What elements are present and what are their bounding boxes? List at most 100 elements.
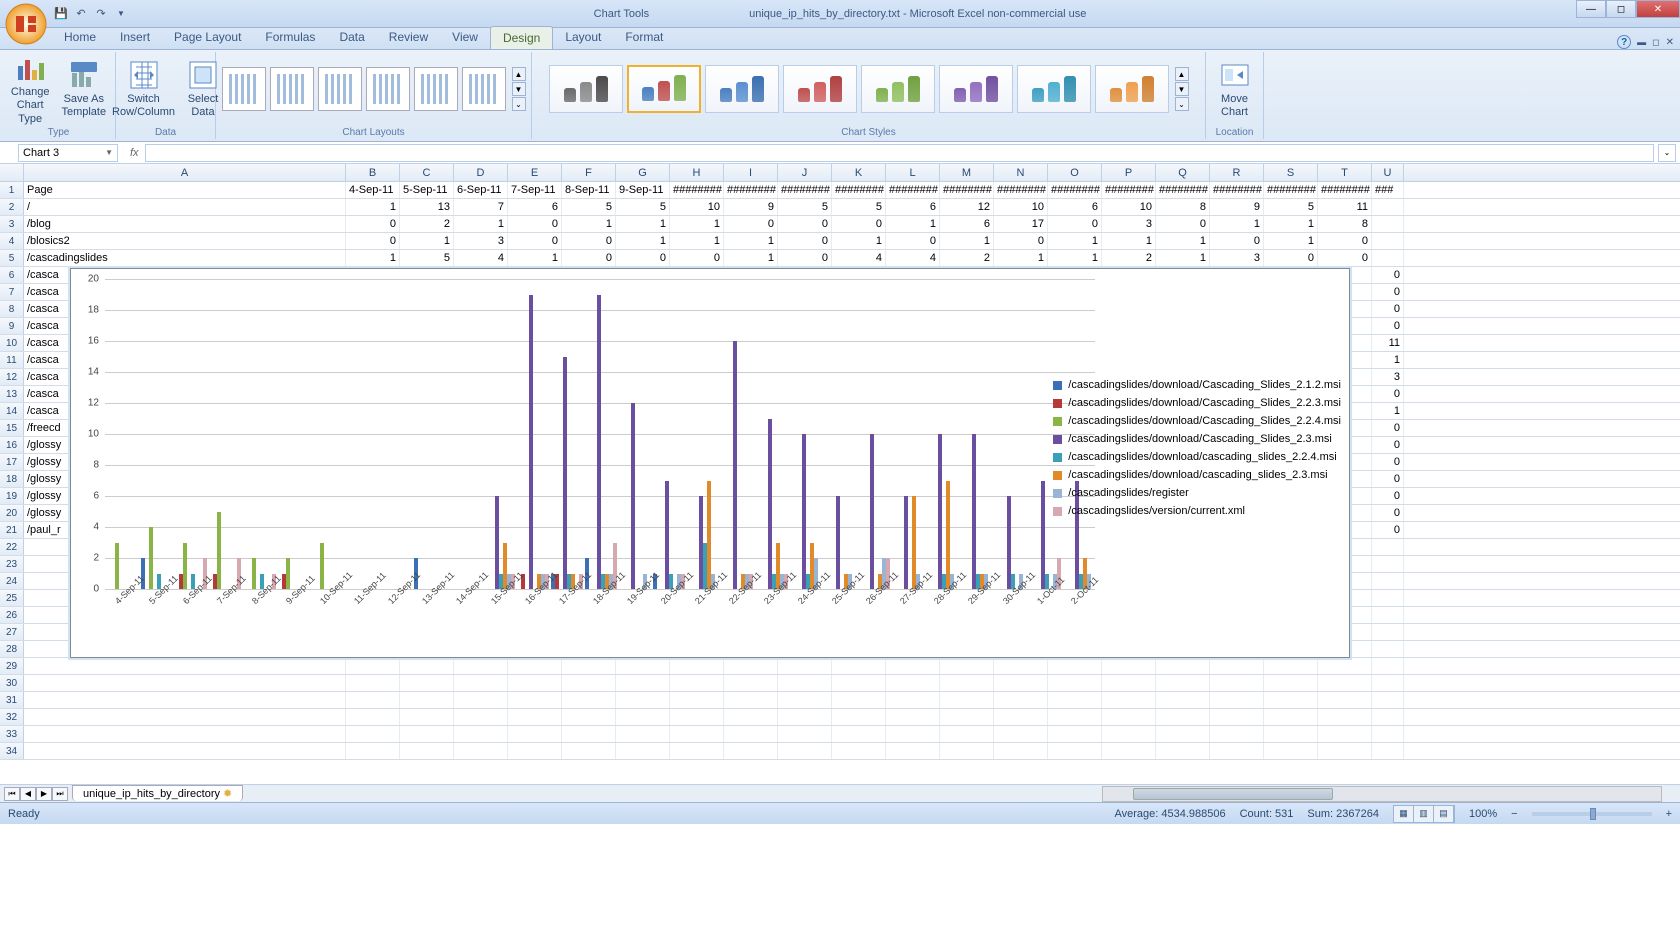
cell[interactable]: 1 — [994, 250, 1048, 266]
cell[interactable]: ######## — [778, 182, 832, 198]
cell[interactable]: 4 — [454, 250, 508, 266]
column-header[interactable]: B — [346, 164, 400, 181]
cell[interactable]: ######## — [940, 182, 994, 198]
cell[interactable]: 10 — [994, 199, 1048, 215]
row-header[interactable]: 30 — [0, 675, 24, 691]
cell[interactable]: /blog — [24, 216, 346, 232]
column-header[interactable]: T — [1318, 164, 1372, 181]
cell[interactable]: 6 — [886, 199, 940, 215]
cell[interactable] — [1048, 709, 1102, 725]
cell[interactable] — [562, 658, 616, 674]
cell[interactable]: 0 — [1372, 284, 1404, 300]
row-header[interactable]: 3 — [0, 216, 24, 232]
row-header[interactable]: 27 — [0, 624, 24, 640]
cell[interactable]: 1 — [1372, 352, 1404, 368]
cell[interactable] — [832, 658, 886, 674]
cell[interactable] — [24, 658, 346, 674]
cell[interactable] — [670, 709, 724, 725]
save-as-template-button[interactable]: Save As Template — [57, 57, 110, 121]
cell[interactable] — [994, 692, 1048, 708]
formula-expand-icon[interactable]: ⌄ — [1658, 144, 1676, 162]
cell[interactable] — [1210, 675, 1264, 691]
cell[interactable] — [454, 675, 508, 691]
cell[interactable] — [886, 658, 940, 674]
cell[interactable]: 1 — [1264, 216, 1318, 232]
cell[interactable] — [832, 692, 886, 708]
cell[interactable] — [346, 743, 400, 759]
chart-style-thumb[interactable] — [939, 65, 1013, 113]
cell[interactable]: 0 — [1372, 471, 1404, 487]
cell[interactable] — [1318, 658, 1372, 674]
cell[interactable] — [1210, 658, 1264, 674]
cell[interactable] — [616, 692, 670, 708]
help-icon[interactable]: ? — [1617, 35, 1631, 49]
cell[interactable] — [1264, 743, 1318, 759]
tab-data[interactable]: Data — [327, 26, 376, 49]
cell[interactable]: 8 — [1156, 199, 1210, 215]
cell[interactable]: 0 — [1372, 318, 1404, 334]
cell[interactable] — [1102, 658, 1156, 674]
row-header[interactable]: 9 — [0, 318, 24, 334]
cell[interactable]: 0 — [1156, 216, 1210, 232]
cell[interactable]: 1 — [1048, 250, 1102, 266]
cell[interactable]: 5 — [616, 199, 670, 215]
cell[interactable] — [400, 709, 454, 725]
row-header[interactable]: 8 — [0, 301, 24, 317]
cell[interactable]: 1 — [1210, 216, 1264, 232]
switch-row-column-button[interactable]: Switch Row/Column — [108, 57, 179, 121]
cell[interactable] — [1156, 726, 1210, 742]
sheet-tab-active[interactable]: unique_ip_hits_by_directory ✹ — [72, 785, 243, 801]
cell[interactable] — [346, 692, 400, 708]
cell[interactable]: 0 — [1372, 437, 1404, 453]
cell[interactable] — [1318, 692, 1372, 708]
cell[interactable]: 0 — [1372, 505, 1404, 521]
cell[interactable]: 6 — [508, 199, 562, 215]
cell[interactable] — [994, 658, 1048, 674]
cell[interactable] — [1048, 658, 1102, 674]
row-header[interactable]: 26 — [0, 607, 24, 623]
cell[interactable]: 6-Sep-11 — [454, 182, 508, 198]
tab-formulas[interactable]: Formulas — [253, 26, 327, 49]
cell[interactable] — [400, 743, 454, 759]
cell[interactable]: 9 — [724, 199, 778, 215]
qat-customize-icon[interactable]: ▼ — [112, 5, 130, 23]
minimize-button[interactable]: — — [1576, 0, 1606, 18]
cell[interactable]: 0 — [670, 250, 724, 266]
cell[interactable]: 0 — [508, 216, 562, 232]
cell[interactable]: 17 — [994, 216, 1048, 232]
row-header[interactable]: 22 — [0, 539, 24, 555]
cell[interactable] — [562, 675, 616, 691]
row-header[interactable]: 1 — [0, 182, 24, 198]
gallery-scroll-btn[interactable]: ⌄ — [512, 97, 526, 111]
formula-input[interactable] — [145, 144, 1654, 162]
cell[interactable] — [940, 692, 994, 708]
cell[interactable] — [778, 743, 832, 759]
row-header[interactable]: 33 — [0, 726, 24, 742]
row-header[interactable]: 32 — [0, 709, 24, 725]
cell[interactable]: 4-Sep-11 — [346, 182, 400, 198]
cell[interactable] — [508, 675, 562, 691]
column-header[interactable]: L — [886, 164, 940, 181]
cell[interactable]: 0 — [346, 233, 400, 249]
cell[interactable] — [508, 709, 562, 725]
cell[interactable] — [940, 675, 994, 691]
cell[interactable] — [778, 658, 832, 674]
gallery-scroll-btn[interactable]: ▲ — [1175, 67, 1189, 81]
cell[interactable] — [994, 675, 1048, 691]
row-header[interactable]: 10 — [0, 335, 24, 351]
cell[interactable] — [724, 726, 778, 742]
cell[interactable] — [724, 709, 778, 725]
zoom-slider[interactable] — [1532, 812, 1652, 816]
gallery-scroll-btn[interactable]: ▲ — [512, 67, 526, 81]
cell[interactable]: /cascadingslides — [24, 250, 346, 266]
chart-style-thumb[interactable] — [705, 65, 779, 113]
cell[interactable] — [1264, 658, 1318, 674]
cell[interactable] — [454, 743, 508, 759]
tab-home[interactable]: Home — [52, 26, 108, 49]
zoom-out-icon[interactable]: − — [1511, 808, 1517, 820]
row-header[interactable]: 34 — [0, 743, 24, 759]
save-icon[interactable]: 💾 — [52, 5, 70, 23]
row-header[interactable]: 25 — [0, 590, 24, 606]
cell[interactable]: 0 — [1372, 267, 1404, 283]
cell[interactable]: 0 — [1372, 488, 1404, 504]
